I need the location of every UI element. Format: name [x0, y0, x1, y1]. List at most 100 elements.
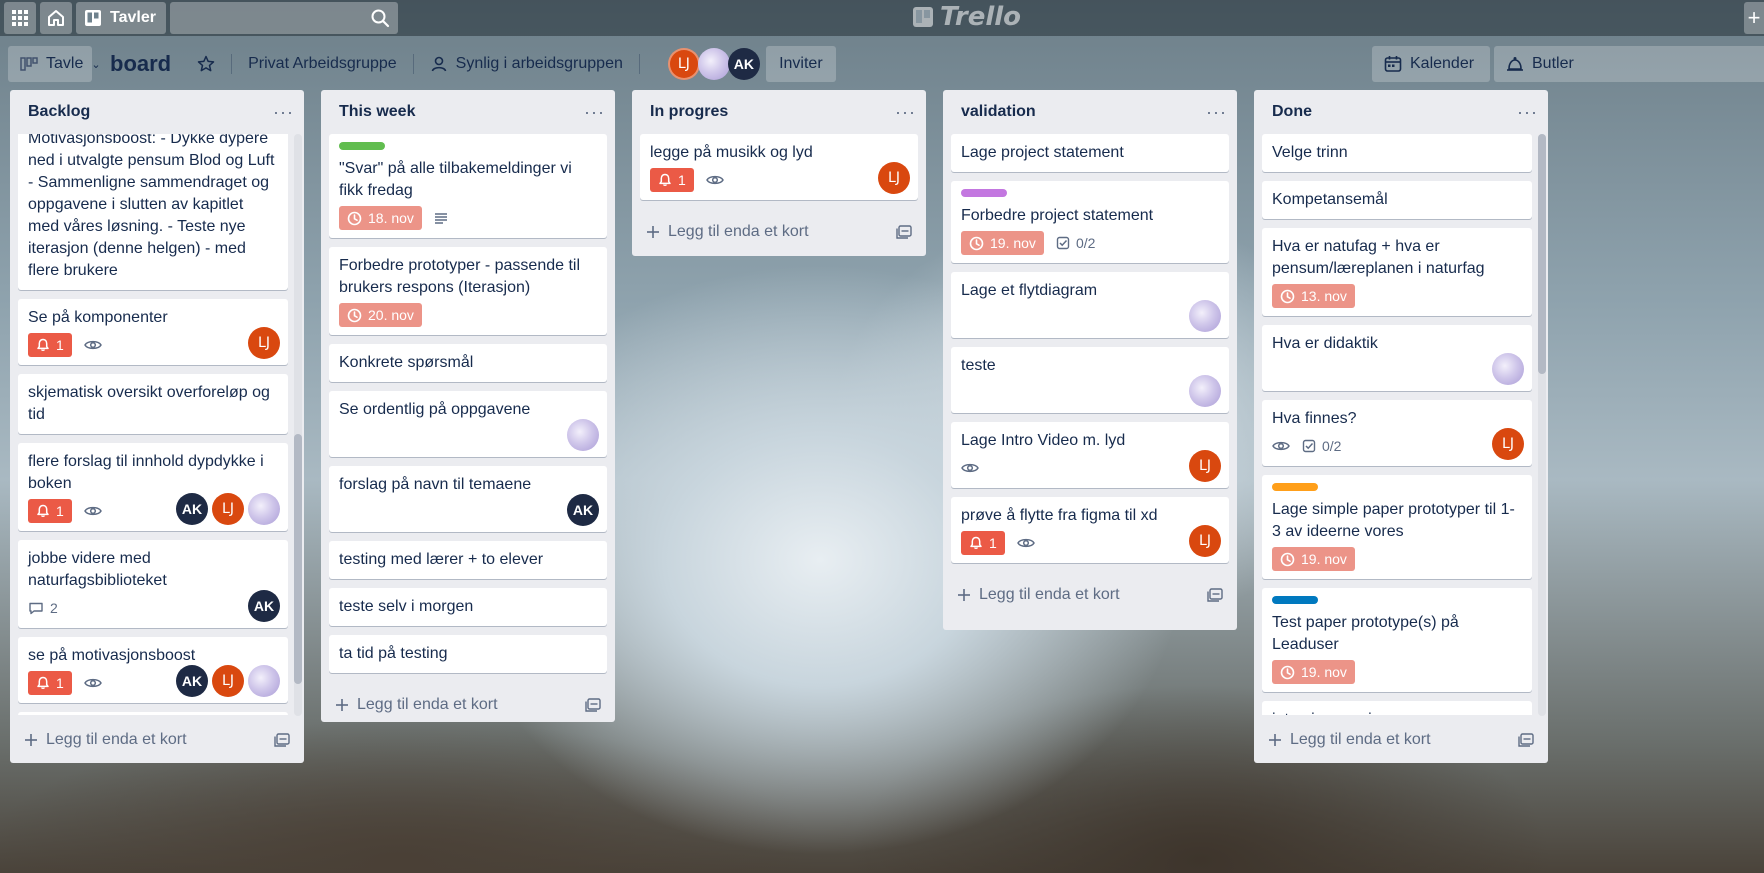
add-card-button[interactable]: Legg til enda et kort — [957, 586, 1120, 604]
member-avatar[interactable]: LJ — [1492, 428, 1524, 460]
more-icon[interactable]: ··· — [584, 102, 605, 123]
trello-logo[interactable]: Trello — [912, 2, 1021, 32]
template-icon[interactable] — [585, 698, 601, 712]
card[interactable]: Se på komponenter 1 LJ — [18, 299, 288, 365]
card[interactable]: testing med lærer + to elever — [329, 541, 607, 579]
list-header[interactable]: Backlog ··· — [10, 90, 304, 134]
view-switcher[interactable]: Tavle ⌄ — [8, 46, 101, 82]
list-header[interactable]: validation ··· — [943, 90, 1237, 134]
more-icon[interactable]: ··· — [273, 102, 294, 123]
card[interactable]: Test paper prototype(s) på Leaduser 19. n… — [1262, 588, 1532, 692]
avatar[interactable]: AK — [727, 48, 760, 80]
list-scrollbar[interactable] — [1538, 134, 1546, 716]
member-avatar[interactable]: LJ — [212, 665, 244, 697]
more-icon[interactable]: ··· — [895, 102, 916, 123]
due-date-badge[interactable]: 19. nov — [1272, 547, 1355, 571]
member-avatar[interactable]: LJ — [212, 493, 244, 525]
home-button[interactable] — [40, 2, 72, 34]
card[interactable]: Forbedre prototyper - passende til bruke… — [329, 247, 607, 335]
list-title[interactable]: In progres — [650, 103, 728, 121]
more-icon[interactable]: ··· — [1206, 102, 1227, 123]
member-avatar[interactable]: AK — [248, 590, 280, 622]
card[interactable]: teste selv i morgen — [329, 588, 607, 626]
member-avatar[interactable]: AK — [567, 494, 599, 526]
member-avatar[interactable] — [248, 665, 280, 697]
member-avatar[interactable]: AK — [176, 493, 208, 525]
add-card-button[interactable]: Legg til enda et kort — [646, 223, 809, 241]
card[interactable]: ta tid på testing — [329, 635, 607, 673]
card[interactable]: Konkrete spørsmål — [329, 344, 607, 382]
avatar[interactable] — [697, 48, 730, 80]
list-header[interactable]: Done ··· — [1254, 90, 1548, 134]
add-card-button[interactable]: Legg til enda et kort — [1268, 731, 1431, 749]
card[interactable]: Forbedre project statement 19. nov 0/2 — [951, 181, 1229, 263]
card[interactable]: flere forslag til innhold dypdykke i bok… — [18, 443, 288, 531]
card[interactable]: Lage Intro Video m. lyd LJ — [951, 422, 1229, 488]
card[interactable]: Hva er natufag + hva er pensum/læreplane… — [1262, 228, 1532, 316]
card[interactable]: "Svar" på alle tilbakemeldinger vi fikk … — [329, 134, 607, 238]
member-avatar[interactable] — [1189, 300, 1221, 332]
list-header[interactable]: In progres ··· — [632, 90, 926, 134]
add-card-button[interactable]: Legg til enda et kort — [24, 731, 187, 749]
member-avatar[interactable] — [248, 493, 280, 525]
card[interactable]: Hva er didaktik — [1262, 325, 1532, 391]
member-avatar[interactable]: LJ — [248, 327, 280, 359]
member-avatar[interactable] — [1492, 353, 1524, 385]
member-avatar[interactable]: AK — [176, 665, 208, 697]
member-avatar[interactable]: LJ — [1189, 450, 1221, 482]
list-header[interactable]: This week ··· — [321, 90, 615, 134]
card-label[interactable] — [961, 189, 1007, 197]
due-date-badge[interactable]: 13. nov — [1272, 284, 1355, 308]
due-date-badge[interactable]: 19. nov — [1272, 660, 1355, 684]
card[interactable]: Velge trinn — [1262, 134, 1532, 172]
more-icon[interactable]: ··· — [1517, 102, 1538, 123]
butler-button[interactable]: Butler — [1494, 46, 1764, 82]
template-icon[interactable] — [896, 225, 912, 239]
card[interactable]: legge på musikk og lyd 1 LJ — [640, 134, 918, 200]
member-avatar[interactable]: LJ — [1189, 525, 1221, 557]
invite-button[interactable]: Inviter — [765, 46, 836, 82]
card-label[interactable] — [339, 142, 385, 150]
add-card-button[interactable]: Legg til enda et kort — [335, 696, 498, 714]
card[interactable]: Kompetansemål — [1262, 181, 1532, 219]
member-avatar[interactable] — [567, 419, 599, 451]
card[interactable]: skjematisk oversikt overforeløp og tid — [18, 374, 288, 434]
card[interactable]: intervju gunn jorunn — [1262, 701, 1532, 715]
scroll-thumb[interactable] — [1538, 134, 1546, 374]
template-icon[interactable] — [1207, 588, 1223, 602]
card[interactable]: prøve å flytte fra figma til xd 1 LJ — [951, 497, 1229, 563]
card[interactable]: Lage et flytdiagram — [951, 272, 1229, 338]
card[interactable]: jobbe videre med naturfagsbiblioteket 2 AK — [18, 540, 288, 628]
card[interactable]: se på motivasjonsboost 1 AK LJ — [18, 637, 288, 703]
card-label[interactable] — [1272, 483, 1318, 491]
card[interactable]: Lage simple paper prototyper til 1-3 av … — [1262, 475, 1532, 579]
template-icon[interactable] — [1518, 733, 1534, 747]
card[interactable]: Hva finnes? 0/2 LJ — [1262, 400, 1532, 466]
list-title[interactable]: validation — [961, 103, 1036, 121]
plus-icon[interactable]: + — [1744, 2, 1764, 34]
due-date-badge[interactable]: 18. nov — [339, 206, 422, 230]
search-input[interactable] — [169, 2, 398, 34]
list-title[interactable]: This week — [339, 103, 415, 121]
card[interactable]: Er det mulig å ha en qick start? — [18, 712, 288, 715]
calendar-button[interactable]: Kalender — [1372, 46, 1490, 82]
list-title[interactable]: Backlog — [28, 103, 90, 121]
star-button[interactable] — [187, 46, 225, 82]
due-date-badge[interactable]: 20. nov — [339, 303, 422, 327]
boards-button[interactable]: Tavler — [76, 2, 166, 34]
visibility-button[interactable]: Synlig i arbeidsgruppen — [420, 46, 633, 82]
due-date-badge[interactable]: 19. nov — [961, 231, 1044, 255]
member-avatar[interactable]: LJ — [878, 162, 910, 194]
card[interactable]: teste — [951, 347, 1229, 413]
workspace-button[interactable]: Privat Arbeidsgruppe — [238, 46, 407, 82]
member-avatar[interactable] — [1189, 375, 1221, 407]
card[interactable]: Motivasjonsboost: - Dykke dypere ned i u… — [18, 134, 288, 290]
card[interactable]: Se ordentlig på oppgavene — [329, 391, 607, 457]
card[interactable]: forslag på navn til temaene AK — [329, 466, 607, 532]
scroll-thumb[interactable] — [294, 434, 302, 684]
list-scrollbar[interactable] — [294, 134, 302, 716]
avatar[interactable]: LJ — [667, 48, 700, 80]
apps-grid-icon[interactable] — [4, 2, 36, 34]
list-title[interactable]: Done — [1272, 103, 1312, 121]
card[interactable]: Lage project statement — [951, 134, 1229, 172]
